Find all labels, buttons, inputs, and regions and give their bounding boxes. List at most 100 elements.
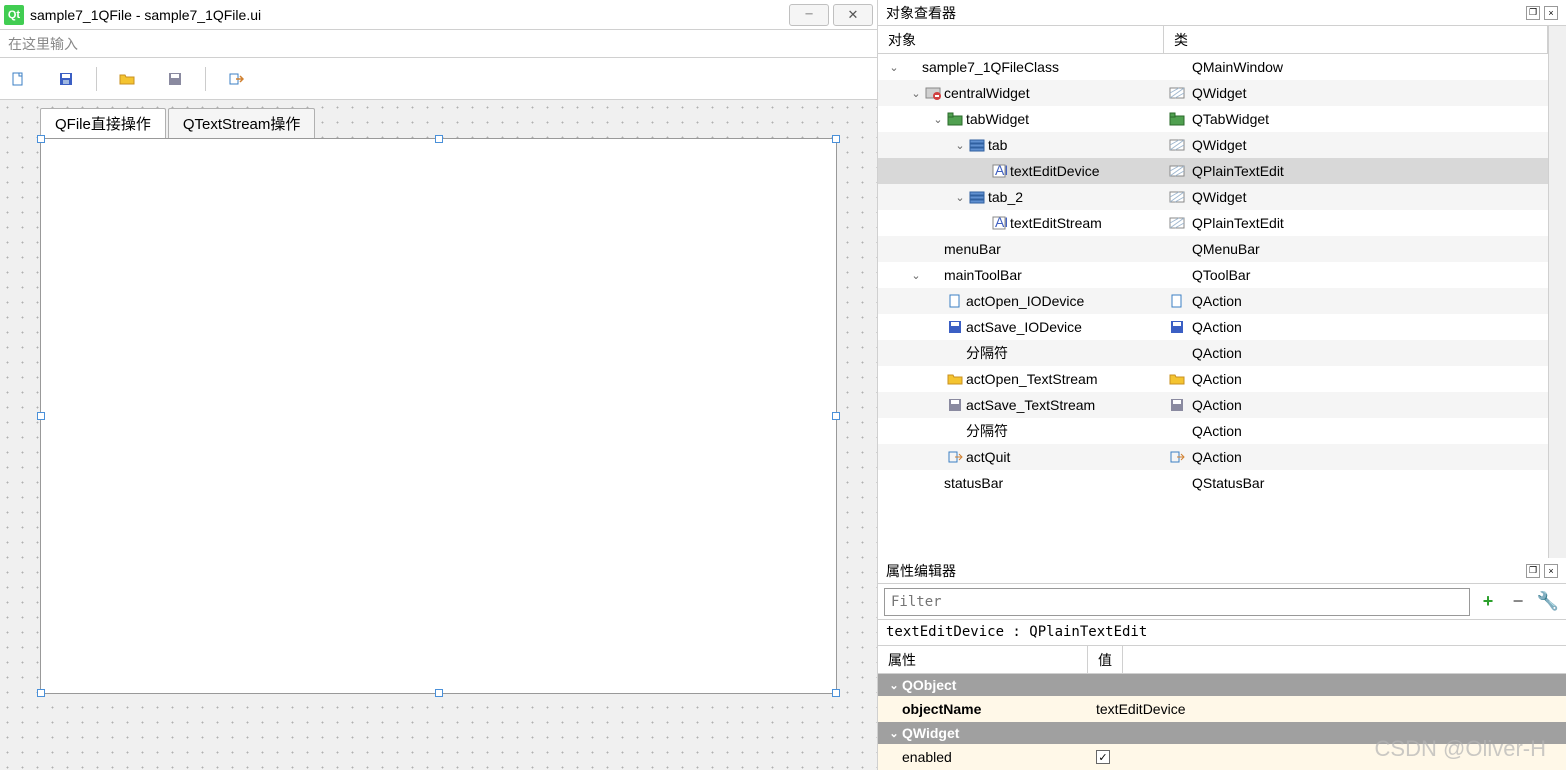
property-value[interactable]: textEditDevice: [1096, 701, 1185, 717]
column-property[interactable]: 属性: [878, 646, 1088, 673]
object-name: menuBar: [944, 241, 1001, 257]
resize-handle[interactable]: [832, 135, 840, 143]
checkbox[interactable]: ✓: [1096, 750, 1110, 764]
property-row[interactable]: enabled✓: [878, 744, 1566, 770]
text-edit-device[interactable]: [40, 138, 837, 694]
property-list[interactable]: ⌄QObjectobjectNametextEditDevice⌄QWidget…: [878, 674, 1566, 770]
tree-row[interactable]: ⌄tabQWidget: [878, 132, 1548, 158]
class-icon: [1168, 215, 1186, 231]
save-icon[interactable]: [56, 69, 76, 89]
resize-handle[interactable]: [37, 689, 45, 697]
tab-qtextstream[interactable]: QTextStream操作: [168, 108, 316, 138]
column-value[interactable]: 值: [1088, 646, 1123, 673]
expander-icon[interactable]: ⌄: [930, 113, 946, 126]
object-icon: [946, 423, 964, 439]
expander-icon[interactable]: ⌄: [908, 87, 924, 100]
object-name: actSave_TextStream: [966, 397, 1095, 413]
expander-icon[interactable]: ⌄: [952, 191, 968, 204]
object-name: 分隔符: [966, 343, 1008, 363]
class-icon: [1168, 189, 1186, 205]
tree-row[interactable]: ⌄tab_2QWidget: [878, 184, 1548, 210]
property-row[interactable]: objectNametextEditDevice: [878, 696, 1566, 722]
object-name: 分隔符: [966, 421, 1008, 441]
property-header: 属性 值: [878, 646, 1566, 674]
tree-row[interactable]: actOpen_TextStreamQAction: [878, 366, 1548, 392]
menubar[interactable]: 在这里输入: [0, 30, 877, 58]
tree-row[interactable]: AItextEditStreamQPlainTextEdit: [878, 210, 1548, 236]
svg-text:AI: AI: [995, 163, 1007, 178]
object-icon: [924, 85, 942, 101]
tree-row[interactable]: actOpen_IODeviceQAction: [878, 288, 1548, 314]
tree-row[interactable]: ⌄mainToolBarQToolBar: [878, 262, 1548, 288]
open-folder-icon[interactable]: [117, 69, 137, 89]
tree-row[interactable]: menuBar QMenuBar: [878, 236, 1548, 262]
filter-input[interactable]: [884, 588, 1470, 616]
class-name: QWidget: [1192, 137, 1246, 153]
expander-icon[interactable]: ⌄: [952, 139, 968, 152]
object-icon: AI: [990, 215, 1008, 231]
class-name: QAction: [1192, 449, 1242, 465]
object-name: textEditStream: [1010, 215, 1102, 231]
close-button[interactable]: [833, 4, 873, 26]
toolbar-separator: [205, 67, 206, 91]
object-inspector-header: 对象查看器 ❐ ×: [878, 0, 1566, 26]
tree-row[interactable]: ⌄sample7_1QFileClassQMainWindow: [878, 54, 1548, 80]
add-property-button[interactable]: +: [1476, 590, 1500, 614]
property-editor-title: 属性编辑器: [886, 561, 1526, 581]
design-canvas[interactable]: QFile直接操作 QTextStream操作: [0, 100, 877, 770]
quit-icon[interactable]: [226, 69, 246, 89]
resize-handle[interactable]: [37, 135, 45, 143]
tree-row[interactable]: actSave_IODeviceQAction: [878, 314, 1548, 340]
tree-row[interactable]: actQuitQAction: [878, 444, 1548, 470]
toolbar-separator: [96, 67, 97, 91]
resize-handle[interactable]: [435, 135, 443, 143]
resize-handle[interactable]: [832, 412, 840, 420]
expander-icon[interactable]: ⌄: [908, 269, 924, 282]
object-tree[interactable]: ⌄sample7_1QFileClassQMainWindow⌄centralW…: [878, 54, 1548, 558]
tree-row[interactable]: 分隔符QAction: [878, 340, 1548, 366]
dock-button[interactable]: ❐: [1526, 6, 1540, 20]
class-icon: [1168, 423, 1186, 439]
expander-icon[interactable]: ⌄: [886, 61, 902, 74]
class-name: QAction: [1192, 423, 1242, 439]
column-object[interactable]: 对象: [878, 26, 1164, 53]
class-icon: [1168, 85, 1186, 101]
right-panel: 对象查看器 ❐ × 对象 类 ⌄sample7_1QFileClassQMain…: [878, 0, 1566, 770]
dock-button[interactable]: ❐: [1526, 564, 1540, 578]
minimize-button[interactable]: [789, 4, 829, 26]
property-group[interactable]: ⌄QWidget: [878, 722, 1566, 744]
resize-handle[interactable]: [37, 412, 45, 420]
object-inspector-title: 对象查看器: [886, 3, 1526, 23]
tree-row[interactable]: 分隔符 QAction: [878, 418, 1548, 444]
object-name: textEditDevice: [1010, 163, 1099, 179]
property-group[interactable]: ⌄QObject: [878, 674, 1566, 696]
tree-row[interactable]: AItextEditDeviceQPlainTextEdit: [878, 158, 1548, 184]
save-as-icon[interactable]: [165, 69, 185, 89]
resize-handle[interactable]: [832, 689, 840, 697]
tree-header: 对象 类: [878, 26, 1548, 54]
tree-row[interactable]: ⌄centralWidgetQWidget: [878, 80, 1548, 106]
class-name: QAction: [1192, 397, 1242, 413]
settings-button[interactable]: 🔧: [1536, 590, 1560, 614]
menubar-hint: 在这里输入: [8, 34, 78, 54]
expander-icon[interactable]: ⌄: [886, 679, 902, 692]
tab-qfile[interactable]: QFile直接操作: [40, 108, 166, 138]
remove-property-button[interactable]: −: [1506, 590, 1530, 614]
new-file-icon[interactable]: [8, 69, 28, 89]
window-title: sample7_1QFile - sample7_1QFile.ui: [30, 7, 785, 23]
tree-row[interactable]: ⌄tabWidgetQTabWidget: [878, 106, 1548, 132]
expander-icon[interactable]: ⌄: [886, 727, 902, 740]
group-name: QObject: [902, 677, 956, 693]
close-panel-button[interactable]: ×: [1544, 6, 1558, 20]
class-icon: [1168, 59, 1186, 75]
object-icon: [924, 475, 942, 491]
resize-handle[interactable]: [435, 689, 443, 697]
tree-row[interactable]: statusBarQStatusBar: [878, 470, 1548, 496]
class-name: QTabWidget: [1192, 111, 1269, 127]
class-name: QMenuBar: [1192, 241, 1260, 257]
tree-row[interactable]: actSave_TextStream QAction: [878, 392, 1548, 418]
object-name: actOpen_TextStream: [966, 371, 1098, 387]
scrollbar[interactable]: [1548, 26, 1566, 558]
close-panel-button[interactable]: ×: [1544, 564, 1558, 578]
column-class[interactable]: 类: [1164, 26, 1548, 53]
